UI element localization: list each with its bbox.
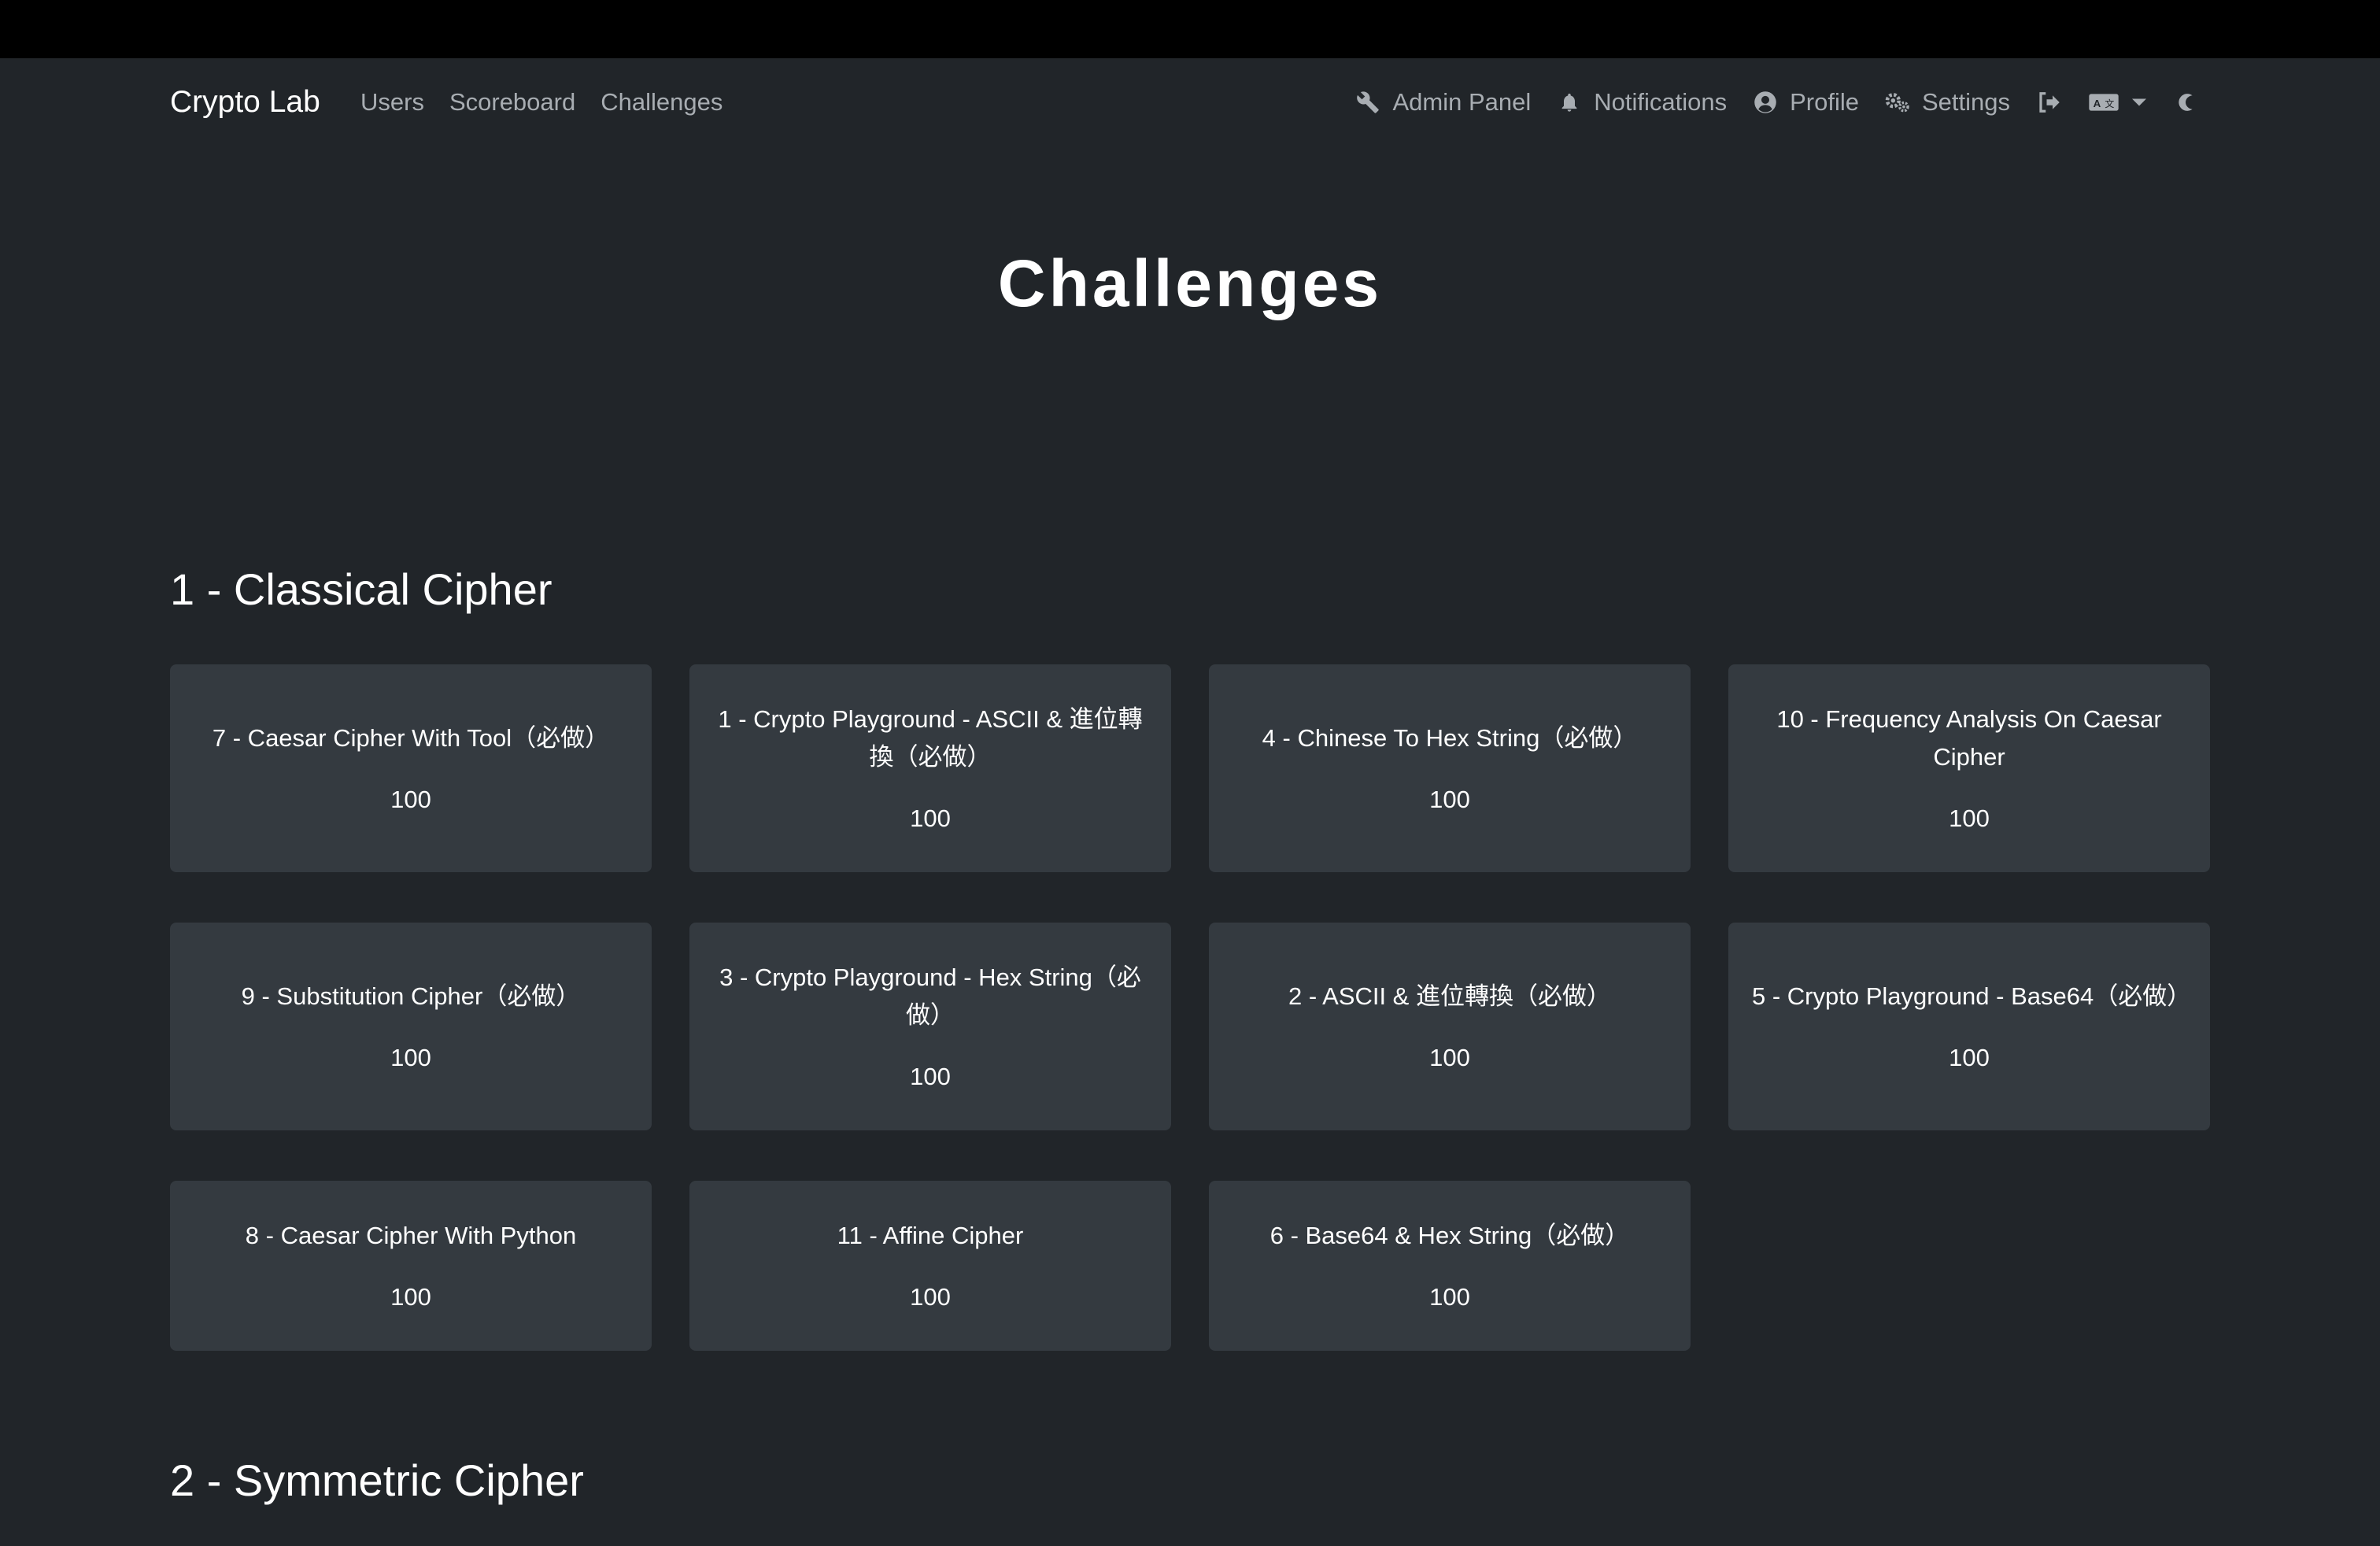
challenge-card[interactable]: 1 - Crypto Playground - ASCII & 進位轉換（必做）… bbox=[689, 664, 1171, 872]
challenge-name: 8 - Caesar Cipher With Python bbox=[245, 1222, 577, 1249]
challenge-name: 11 - Affine Cipher bbox=[837, 1222, 1024, 1249]
challenge-value: 100 bbox=[1429, 786, 1470, 813]
challenge-name: 1 - Crypto Playground - ASCII & 進位轉換（必做） bbox=[718, 705, 1143, 771]
nav-settings-link[interactable]: Settings bbox=[1884, 85, 2010, 120]
challenge-value: 100 bbox=[910, 1283, 951, 1311]
challenge-name: 7 - Caesar Cipher With Tool（必做） bbox=[212, 724, 610, 752]
challenge-value: 100 bbox=[910, 1063, 951, 1090]
challenge-value: 100 bbox=[910, 804, 951, 832]
challenge-value: 100 bbox=[1949, 1044, 1990, 1071]
gears-icon bbox=[1884, 89, 1911, 116]
challenge-value: 100 bbox=[1949, 804, 1990, 832]
logout-icon bbox=[2035, 89, 2062, 116]
challenge-name: 2 - ASCII & 進位轉換（必做） bbox=[1288, 982, 1611, 1010]
challenge-card[interactable]: 9 - Substitution Cipher（必做） 100 bbox=[170, 923, 652, 1130]
page-title: Challenges bbox=[997, 246, 1383, 320]
nav-admin-panel-link[interactable]: Admin Panel bbox=[1354, 85, 1531, 120]
challenge-card[interactable]: 10 - Frequency Analysis On Caesar Cipher… bbox=[1728, 664, 2210, 872]
user-circle-icon bbox=[1752, 89, 1779, 116]
challenge-name: 10 - Frequency Analysis On Caesar Cipher bbox=[1776, 705, 2162, 771]
challenge-value: 100 bbox=[390, 1044, 431, 1071]
nav-notifications-label: Notifications bbox=[1594, 88, 1728, 116]
nav-profile-label: Profile bbox=[1790, 88, 1859, 116]
nav-theme-toggle[interactable] bbox=[2172, 89, 2199, 116]
nav-scoreboard-link[interactable]: Scoreboard bbox=[449, 85, 575, 120]
challenge-value: 100 bbox=[390, 1283, 431, 1311]
challenge-value: 100 bbox=[390, 786, 431, 813]
navbar: Crypto Lab Users Scoreboard Challenges A… bbox=[0, 58, 2380, 146]
challenge-name: 4 - Chinese To Hex String（必做） bbox=[1262, 724, 1638, 752]
challenge-name: 9 - Substitution Cipher（必做） bbox=[241, 982, 581, 1010]
challenge-card[interactable]: 8 - Caesar Cipher With Python 100 bbox=[170, 1181, 652, 1351]
svg-text:文: 文 bbox=[2105, 98, 2114, 109]
moon-icon bbox=[2172, 89, 2199, 116]
language-icon: A文 bbox=[2087, 89, 2120, 116]
top-black-bar bbox=[0, 0, 2380, 58]
nav-challenges-link[interactable]: Challenges bbox=[601, 85, 722, 120]
challenge-card[interactable]: 3 - Crypto Playground - Hex String（必做） 1… bbox=[689, 923, 1171, 1130]
nav-left-links: Users Scoreboard Challenges bbox=[360, 85, 722, 120]
challenge-name: 5 - Crypto Playground - Base64（必做） bbox=[1752, 982, 2192, 1010]
nav-users-link[interactable]: Users bbox=[360, 85, 424, 120]
brand-link[interactable]: Crypto Lab bbox=[170, 82, 320, 123]
challenge-card[interactable]: 11 - Affine Cipher 100 bbox=[689, 1181, 1171, 1351]
nav-admin-panel-label: Admin Panel bbox=[1392, 88, 1532, 116]
nav-profile-link[interactable]: Profile bbox=[1752, 85, 1859, 120]
wrench-icon bbox=[1354, 89, 1381, 116]
challenge-name: 6 - Base64 & Hex String（必做） bbox=[1269, 1222, 1630, 1249]
challenge-card[interactable]: 2 - ASCII & 進位轉換（必做） 100 bbox=[1209, 923, 1691, 1130]
challenge-card[interactable]: 7 - Caesar Cipher With Tool（必做） 100 bbox=[170, 664, 652, 872]
challenge-card[interactable]: 6 - Base64 & Hex String（必做） 100 bbox=[1209, 1181, 1691, 1351]
category-title-classical-cipher: 1 - Classical Cipher bbox=[170, 564, 552, 614]
nav-logout-link[interactable] bbox=[2035, 89, 2062, 116]
challenge-value: 100 bbox=[1429, 1044, 1470, 1071]
caret-down-icon bbox=[2131, 89, 2147, 116]
challenge-value: 100 bbox=[1429, 1283, 1470, 1311]
challenge-card[interactable]: 5 - Crypto Playground - Base64（必做） 100 bbox=[1728, 923, 2210, 1130]
nav-language-dropdown[interactable]: A文 bbox=[2087, 89, 2147, 116]
nav-settings-label: Settings bbox=[1921, 88, 2010, 116]
svg-text:A: A bbox=[2094, 98, 2101, 109]
bell-icon bbox=[1556, 89, 1583, 116]
category-title-symmetric-cipher: 2 - Symmetric Cipher bbox=[170, 1455, 584, 1505]
challenge-card[interactable]: 4 - Chinese To Hex String（必做） 100 bbox=[1209, 664, 1691, 872]
nav-notifications-link[interactable]: Notifications bbox=[1556, 85, 1727, 120]
nav-right-links: Admin Panel Notifications Profile Settin… bbox=[1354, 85, 2199, 120]
challenge-name: 3 - Crypto Playground - Hex String（必做） bbox=[719, 963, 1141, 1029]
